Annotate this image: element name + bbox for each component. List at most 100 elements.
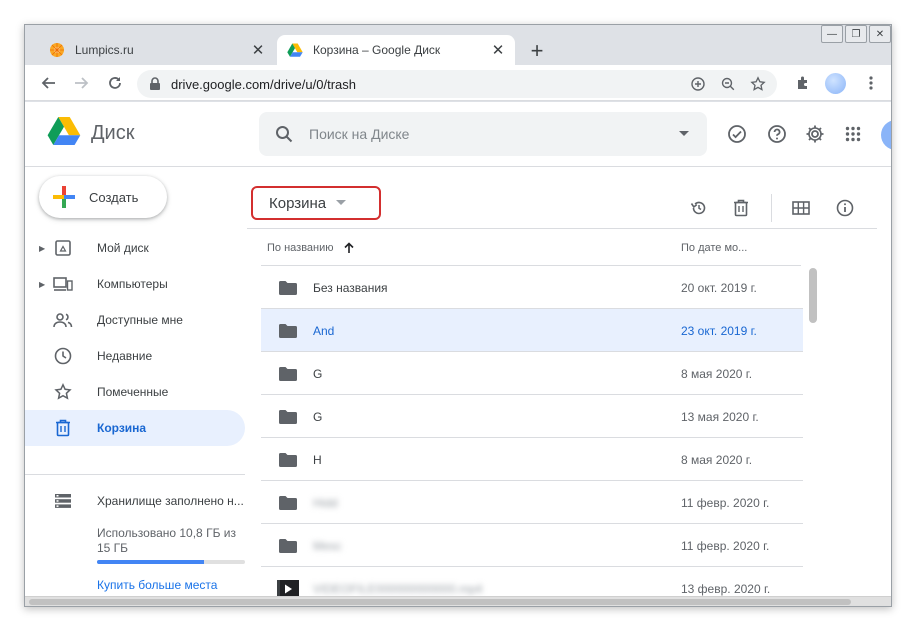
file-modified-date: 13 февр. 2020 г. (681, 582, 771, 596)
expand-arrow-icon[interactable]: ▶ (39, 244, 47, 253)
settings-gear-icon[interactable] (803, 122, 827, 146)
create-label: Создать (89, 189, 139, 205)
google-drive-logo-icon (47, 116, 81, 151)
account-avatar[interactable] (881, 120, 891, 150)
window-controls: — ❐ ✕ (819, 25, 891, 43)
folder-icon (277, 408, 299, 426)
lock-icon (149, 77, 163, 91)
back-icon[interactable] (37, 71, 61, 95)
new-tab-button[interactable]: + (525, 38, 549, 63)
sidebar-item-label: Доступные мне (97, 313, 183, 327)
sidebar-item-recent[interactable]: Недавние (25, 338, 245, 374)
recent-clock-icon (51, 344, 75, 368)
column-name-label: По названию (267, 242, 334, 254)
storage-used-text: Использовано 10,8 ГБ из 15 ГБ (97, 526, 236, 555)
my-drive-icon (51, 236, 75, 260)
toolbar-bottom-divider (247, 228, 877, 229)
star-icon (51, 380, 75, 404)
expand-arrow-icon[interactable]: ▶ (39, 280, 47, 289)
sort-ascending-arrow-icon[interactable] (343, 242, 354, 254)
file-modified-date: 23 окт. 2019 г. (681, 324, 757, 338)
restore-icon[interactable]: ❐ (845, 25, 867, 43)
file-name: Без названия (313, 281, 388, 295)
help-icon[interactable] (765, 122, 789, 146)
tab-lumpics[interactable]: Lumpics.ru ✕ (39, 35, 275, 65)
apps-grid-icon[interactable] (841, 122, 865, 146)
file-list-header: По названию По дате мо... (261, 230, 801, 266)
storage-progress-bar (97, 560, 245, 564)
url-text: drive.google.com/drive/u/0/trash (171, 76, 356, 92)
file-row[interactable]: H 8 мая 2020 г. (261, 438, 803, 481)
tab-title: Корзина – Google Диск (313, 43, 441, 57)
sidebar-item-trash[interactable]: Корзина (25, 410, 245, 446)
tab-drive-trash[interactable]: Корзина – Google Диск ✕ (277, 35, 515, 65)
tab-title: Lumpics.ru (75, 43, 134, 57)
forward-icon[interactable] (69, 71, 93, 95)
folder-icon (277, 322, 299, 340)
sidebar-item-computers[interactable]: ▶ Компьютеры (25, 266, 245, 302)
drive-logo[interactable]: Диск (47, 116, 134, 151)
buy-storage-link[interactable]: Купить больше места (97, 578, 217, 592)
storage-header[interactable]: Хранилище заполнено н... (25, 488, 245, 514)
close-tab-icon[interactable]: ✕ (249, 41, 267, 59)
file-modified-date: 8 мая 2020 г. (681, 453, 753, 467)
search-icon[interactable] (275, 125, 293, 143)
sidebar-item-my-drive[interactable]: ▶ Мой диск (25, 230, 245, 266)
file-row[interactable]: And 23 окт. 2019 г. (261, 309, 803, 352)
sidebar-item-shared-with-me[interactable]: Доступные мне (25, 302, 245, 338)
close-window-icon[interactable]: ✕ (869, 25, 891, 43)
search-options-dropdown-icon[interactable] (679, 131, 689, 137)
file-name: Mesc (313, 539, 342, 553)
delete-forever-icon[interactable] (729, 196, 753, 220)
close-tab-icon[interactable]: ✕ (489, 41, 507, 59)
tab-strip: Lumpics.ru ✕ Корзина – Google Диск ✕ + —… (25, 25, 891, 65)
restore-icon[interactable] (687, 196, 711, 220)
scrollbar-thumb[interactable] (29, 599, 851, 605)
sidebar-nav: ▶ Мой диск ▶ Компьютеры Доступные мне Не… (25, 230, 245, 446)
storage-section: Хранилище заполнено н... Использовано 10… (25, 488, 245, 592)
file-name: Hidd (313, 496, 338, 510)
vertical-scrollbar[interactable] (809, 268, 817, 323)
profile-avatar[interactable] (825, 73, 846, 94)
sort-by-name[interactable]: По названию (267, 242, 354, 254)
bookmark-star-icon[interactable] (747, 73, 769, 95)
horizontal-scrollbar[interactable] (25, 596, 891, 606)
file-row[interactable]: G 13 мая 2020 г. (261, 395, 803, 438)
extensions-icon[interactable] (791, 71, 815, 95)
browser-window: Lumpics.ru ✕ Корзина – Google Диск ✕ + —… (24, 24, 892, 607)
lumpics-favicon-icon (49, 42, 65, 58)
folder-icon (277, 279, 299, 297)
file-row[interactable]: Mesc 11 февр. 2020 г. (261, 524, 803, 567)
folder-icon (277, 494, 299, 512)
browser-menu-icon[interactable] (859, 71, 883, 95)
breadcrumb-trash-dropdown[interactable]: Корзина (251, 186, 381, 220)
file-list: Без названия 20 окт. 2019 г. And 23 окт. 20… (261, 266, 803, 606)
minimize-icon[interactable]: — (821, 25, 843, 43)
column-date-label[interactable]: По дате мо... (681, 242, 747, 254)
drive-brand: Диск (91, 122, 135, 144)
add-site-icon[interactable] (687, 73, 709, 95)
sidebar-item-label: Недавние (97, 349, 153, 363)
sidebar-item-label: Компьютеры (97, 277, 168, 291)
google-drive-favicon-icon (287, 42, 303, 58)
file-name: G (313, 410, 323, 424)
file-row[interactable]: G 8 мая 2020 г. (261, 352, 803, 395)
info-icon[interactable] (833, 196, 857, 220)
sidebar-item-starred[interactable]: Помеченные (25, 374, 245, 410)
storage-title: Хранилище заполнено н... (97, 494, 244, 508)
address-bar[interactable]: drive.google.com/drive/u/0/trash (137, 70, 777, 98)
reload-icon[interactable] (103, 71, 127, 95)
file-row[interactable]: Без названия 20 окт. 2019 г. (261, 266, 803, 309)
create-button[interactable]: Создать (39, 176, 167, 218)
search-input[interactable]: Поиск на Диске (309, 126, 679, 142)
zoom-out-icon[interactable] (717, 73, 739, 95)
breadcrumb-label: Корзина (269, 194, 327, 212)
file-row[interactable]: Hidd 11 февр. 2020 г. (261, 481, 803, 524)
grid-view-icon[interactable] (789, 196, 813, 220)
sidebar-item-label: Корзина (97, 421, 147, 435)
offline-ready-icon[interactable] (725, 122, 749, 146)
file-name: G (313, 367, 323, 381)
storage-icon (51, 489, 75, 513)
drive-search[interactable]: Поиск на Диске (259, 112, 707, 156)
dropdown-caret-icon (336, 200, 347, 206)
